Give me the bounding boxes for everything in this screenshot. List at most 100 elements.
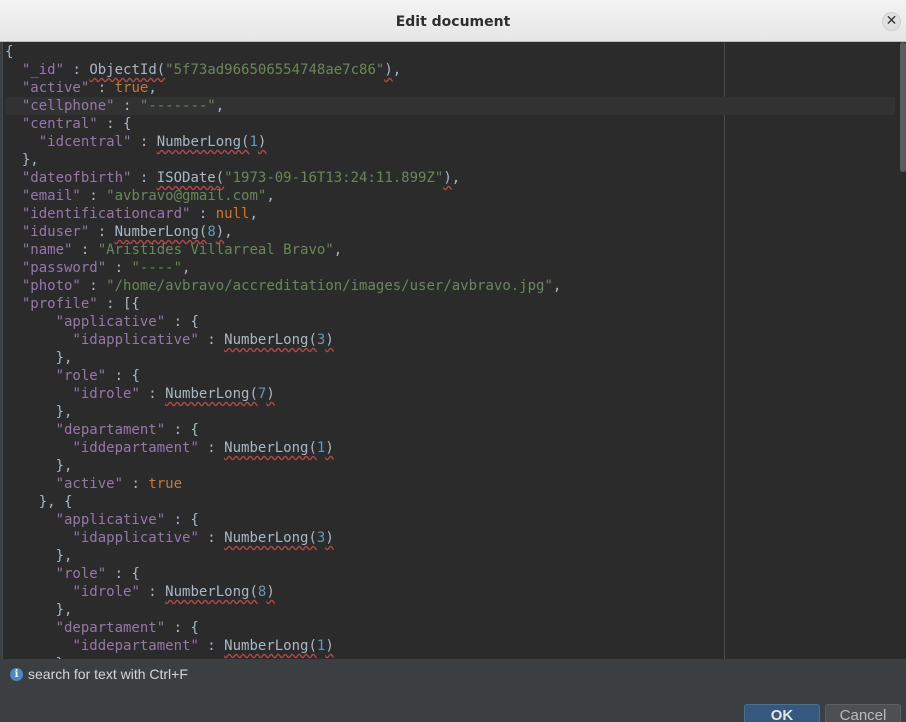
token-function-call: ObjectId(: [89, 62, 166, 78]
token-punctuation: [5, 638, 72, 654]
code-line[interactable]: "iddepartament" : NumberLong(1): [5, 637, 895, 655]
token-punctuation: [5, 440, 72, 456]
code-line[interactable]: "central" : {: [5, 115, 895, 133]
code-line[interactable]: "departament" : {: [5, 619, 895, 637]
code-line[interactable]: "idrole" : NumberLong(7): [5, 385, 895, 403]
code-line[interactable]: "cellphone" : "-------",: [5, 97, 895, 115]
token-punctuation: :: [139, 386, 166, 402]
token-json-key: "_id": [21, 62, 65, 78]
token-function-call: NumberLong(: [224, 332, 317, 348]
vertical-scrollbar[interactable]: [900, 42, 906, 172]
token-number: 8: [207, 224, 216, 240]
close-button[interactable]: ✕: [882, 12, 901, 31]
token-punctuation: ,: [148, 80, 157, 96]
token-punctuation: ,: [215, 98, 225, 114]
document-editor[interactable]: { "_id" : ObjectId("5f73ad966506554748ae…: [2, 42, 906, 659]
token-punctuation: :: [198, 440, 225, 456]
token-function-call: ): [266, 386, 275, 402]
code-line[interactable]: "role" : {: [5, 565, 895, 583]
code-line[interactable]: },: [5, 151, 895, 169]
ok-button[interactable]: OK: [744, 704, 820, 722]
code-line[interactable]: "idrole" : NumberLong(8): [5, 583, 895, 601]
token-function-call: ): [257, 134, 267, 150]
token-punctuation: },: [5, 458, 73, 474]
code-line[interactable]: "iduser" : NumberLong(8),: [5, 223, 895, 241]
code-line[interactable]: "identificationcard" : null,: [5, 205, 895, 223]
token-punctuation: ,: [224, 224, 233, 240]
token-punctuation: :: [198, 638, 225, 654]
token-punctuation: [5, 422, 56, 438]
token-punctuation: [5, 260, 22, 276]
token-punctuation: ,: [552, 278, 562, 294]
token-keyword: true: [114, 80, 149, 96]
code-line[interactable]: },: [5, 349, 895, 367]
code-line[interactable]: "active" : true: [5, 475, 895, 493]
token-number: 1: [249, 134, 258, 150]
token-punctuation: : {: [106, 368, 140, 384]
token-punctuation: :: [131, 134, 157, 150]
token-function-call: ): [325, 530, 334, 546]
code-line[interactable]: "password" : "----",: [5, 259, 895, 277]
code-line[interactable]: "role" : {: [5, 367, 895, 385]
token-punctuation: [5, 170, 22, 186]
token-json-key: "password": [21, 260, 107, 276]
token-punctuation: [5, 98, 22, 114]
code-line[interactable]: "idapplicative" : NumberLong(3): [5, 529, 895, 547]
code-line[interactable]: "dateofbirth" : ISODate("1973-09-16T13:2…: [5, 169, 895, 187]
token-punctuation: [5, 278, 22, 294]
code-line[interactable]: }, {: [5, 493, 895, 511]
code-line[interactable]: "photo" : "/home/avbravo/accreditation/i…: [5, 277, 895, 295]
code-text-area[interactable]: { "_id" : ObjectId("5f73ad966506554748ae…: [5, 43, 895, 659]
token-json-key: "active": [21, 80, 90, 96]
token-function-call: ): [266, 584, 275, 600]
code-line[interactable]: {: [5, 43, 895, 61]
token-punctuation: }, {: [5, 494, 73, 510]
token-json-key: "cellphone": [21, 98, 115, 114]
code-line[interactable]: "departament" : {: [5, 421, 895, 439]
code-line[interactable]: "active" : true,: [5, 79, 895, 97]
code-line[interactable]: "profile" : [{: [5, 295, 895, 313]
token-string-value: "5f73ad966506554748ae7c86": [165, 62, 385, 78]
token-punctuation: ,: [249, 206, 258, 222]
token-punctuation: :: [198, 332, 225, 348]
token-json-key: "idrole": [72, 386, 140, 402]
code-line[interactable]: "_id" : ObjectId("5f73ad966506554748ae7c…: [5, 61, 895, 79]
code-line[interactable]: "idapplicative" : NumberLong(3): [5, 331, 895, 349]
token-punctuation: [5, 116, 22, 132]
token-punctuation: : {: [165, 314, 199, 330]
code-line[interactable]: "applicative" : {: [5, 511, 895, 529]
code-line[interactable]: },: [5, 457, 895, 475]
code-line[interactable]: "iddepartament" : NumberLong(1): [5, 439, 895, 457]
token-punctuation: {: [5, 44, 14, 60]
code-line[interactable]: "name" : "Aristides Villarreal Bravo",: [5, 241, 895, 259]
cancel-button[interactable]: Cancel: [825, 704, 901, 722]
token-json-key: "idcentral": [38, 134, 132, 150]
token-punctuation: :: [123, 476, 149, 492]
token-function-call: NumberLong(: [224, 440, 317, 456]
token-punctuation: },: [5, 152, 39, 168]
token-punctuation: :: [89, 80, 115, 96]
token-punctuation: :: [80, 278, 107, 294]
token-punctuation: :: [89, 224, 115, 240]
code-line[interactable]: "idcentral" : NumberLong(1): [5, 133, 895, 151]
token-punctuation: [5, 314, 56, 330]
token-json-key: "profile": [21, 296, 98, 312]
dialog-title: Edit document: [395, 14, 511, 30]
code-line[interactable]: },: [5, 547, 895, 565]
token-punctuation: : {: [165, 620, 199, 636]
token-keyword: null: [215, 206, 250, 222]
token-function-call: ): [215, 224, 225, 240]
code-line[interactable]: },: [5, 601, 895, 619]
token-punctuation: ,: [392, 62, 402, 78]
token-string-value: "1973-09-16T13:24:11.899Z": [224, 170, 444, 186]
code-line[interactable]: "applicative" : {: [5, 313, 895, 331]
code-line[interactable]: "email" : "avbravo@gmail.com",: [5, 187, 895, 205]
token-function-call: NumberLong(: [165, 584, 258, 600]
token-punctuation: [5, 476, 56, 492]
token-punctuation: [5, 386, 72, 402]
token-punctuation: [5, 206, 22, 222]
token-punctuation: [5, 584, 72, 600]
code-line[interactable]: },: [5, 403, 895, 421]
token-function-call: ): [443, 170, 452, 186]
token-json-key: "applicative": [55, 314, 166, 330]
